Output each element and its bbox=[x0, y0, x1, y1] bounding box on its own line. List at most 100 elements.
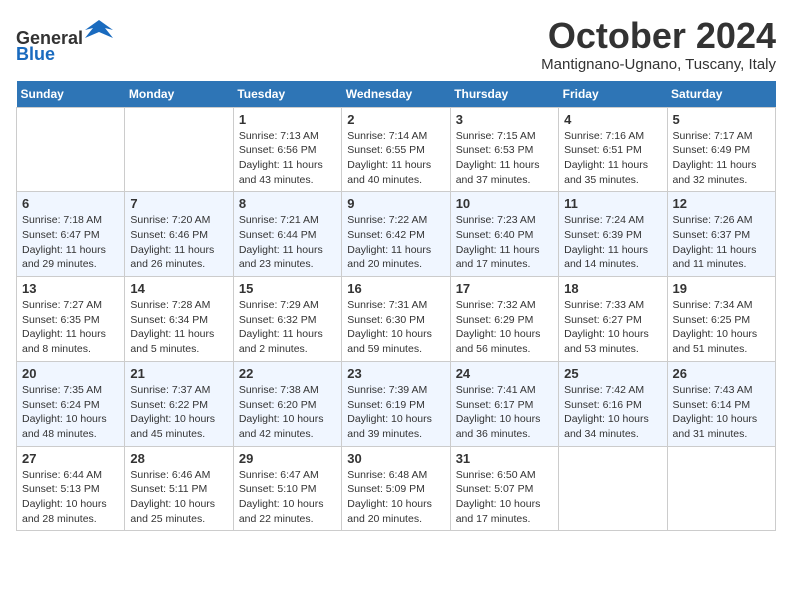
day-info: Sunrise: 7:17 AM Sunset: 6:49 PM Dayligh… bbox=[673, 129, 770, 188]
calendar-header-row: SundayMondayTuesdayWednesdayThursdayFrid… bbox=[17, 81, 776, 108]
calendar-cell: 3 Sunrise: 7:15 AM Sunset: 6:53 PM Daylig… bbox=[450, 107, 558, 192]
day-info: Sunrise: 7:24 AM Sunset: 6:39 PM Dayligh… bbox=[564, 213, 661, 272]
day-info: Sunrise: 7:28 AM Sunset: 6:34 PM Dayligh… bbox=[130, 298, 227, 357]
calendar-cell: 31 Sunrise: 6:50 AM Sunset: 5:07 PM Dayli… bbox=[450, 446, 558, 531]
day-number: 27 bbox=[22, 451, 119, 466]
day-number: 30 bbox=[347, 451, 444, 466]
day-info: Sunrise: 7:14 AM Sunset: 6:55 PM Dayligh… bbox=[347, 129, 444, 188]
calendar-cell bbox=[17, 107, 125, 192]
calendar-cell: 9Sunrise: 7:22 AM Sunset: 6:42 PM Daylig… bbox=[342, 192, 450, 277]
title-block: October 2024 Mantignano-Ugnano, Tuscany,… bbox=[541, 16, 776, 73]
day-info: Sunrise: 6:47 AM Sunset: 5:10 PM Dayligh… bbox=[239, 468, 336, 527]
day-number: 21 bbox=[130, 366, 227, 381]
calendar-cell: 28 Sunrise: 6:46 AM Sunset: 5:11 PM Dayli… bbox=[125, 446, 233, 531]
weekday-header-saturday: Saturday bbox=[667, 81, 775, 108]
calendar-cell: 26Sunrise: 7:43 AM Sunset: 6:14 PM Dayli… bbox=[667, 361, 775, 446]
logo-bird-icon bbox=[85, 16, 113, 44]
calendar-cell: 22Sunrise: 7:38 AM Sunset: 6:20 PM Dayli… bbox=[233, 361, 341, 446]
weekday-header-thursday: Thursday bbox=[450, 81, 558, 108]
day-info: Sunrise: 7:15 AM Sunset: 6:53 PM Dayligh… bbox=[456, 129, 553, 188]
calendar-cell: 5 Sunrise: 7:17 AM Sunset: 6:49 PM Daylig… bbox=[667, 107, 775, 192]
day-number: 19 bbox=[673, 281, 770, 296]
calendar-cell: 21 Sunrise: 7:37 AM Sunset: 6:22 PM Dayli… bbox=[125, 361, 233, 446]
day-number: 31 bbox=[456, 451, 553, 466]
day-info: Sunrise: 7:16 AM Sunset: 6:51 PM Dayligh… bbox=[564, 129, 661, 188]
calendar-body: 1Sunrise: 7:13 AM Sunset: 6:56 PM Daylig… bbox=[17, 107, 776, 531]
day-number: 7 bbox=[130, 196, 227, 211]
day-number: 8 bbox=[239, 196, 336, 211]
day-info: Sunrise: 7:43 AM Sunset: 6:14 PM Dayligh… bbox=[673, 383, 770, 442]
calendar-cell: 12Sunrise: 7:26 AM Sunset: 6:37 PM Dayli… bbox=[667, 192, 775, 277]
calendar-cell: 19 Sunrise: 7:34 AM Sunset: 6:25 PM Dayli… bbox=[667, 277, 775, 362]
day-number: 16 bbox=[347, 281, 444, 296]
day-info: Sunrise: 7:13 AM Sunset: 6:56 PM Dayligh… bbox=[239, 129, 336, 188]
day-number: 5 bbox=[673, 112, 770, 127]
day-number: 24 bbox=[456, 366, 553, 381]
day-number: 23 bbox=[347, 366, 444, 381]
day-info: Sunrise: 7:37 AM Sunset: 6:22 PM Dayligh… bbox=[130, 383, 227, 442]
day-number: 28 bbox=[130, 451, 227, 466]
calendar-cell: 29 Sunrise: 6:47 AM Sunset: 5:10 PM Dayli… bbox=[233, 446, 341, 531]
calendar-cell: 27 Sunrise: 6:44 AM Sunset: 5:13 PM Dayli… bbox=[17, 446, 125, 531]
calendar-cell: 18 Sunrise: 7:33 AM Sunset: 6:27 PM Dayli… bbox=[559, 277, 667, 362]
calendar-cell: 1Sunrise: 7:13 AM Sunset: 6:56 PM Daylig… bbox=[233, 107, 341, 192]
calendar-cell: 2Sunrise: 7:14 AM Sunset: 6:55 PM Daylig… bbox=[342, 107, 450, 192]
calendar-week-row: 20Sunrise: 7:35 AM Sunset: 6:24 PM Dayli… bbox=[17, 361, 776, 446]
day-info: Sunrise: 6:44 AM Sunset: 5:13 PM Dayligh… bbox=[22, 468, 119, 527]
day-info: Sunrise: 7:23 AM Sunset: 6:40 PM Dayligh… bbox=[456, 213, 553, 272]
day-info: Sunrise: 7:34 AM Sunset: 6:25 PM Dayligh… bbox=[673, 298, 770, 357]
day-number: 17 bbox=[456, 281, 553, 296]
day-info: Sunrise: 7:29 AM Sunset: 6:32 PM Dayligh… bbox=[239, 298, 336, 357]
day-number: 11 bbox=[564, 196, 661, 211]
calendar-cell: 15Sunrise: 7:29 AM Sunset: 6:32 PM Dayli… bbox=[233, 277, 341, 362]
day-info: Sunrise: 7:18 AM Sunset: 6:47 PM Dayligh… bbox=[22, 213, 119, 272]
day-info: Sunrise: 6:50 AM Sunset: 5:07 PM Dayligh… bbox=[456, 468, 553, 527]
calendar-week-row: 6 Sunrise: 7:18 AM Sunset: 6:47 PM Daylig… bbox=[17, 192, 776, 277]
day-info: Sunrise: 7:42 AM Sunset: 6:16 PM Dayligh… bbox=[564, 383, 661, 442]
day-number: 18 bbox=[564, 281, 661, 296]
calendar-cell: 30 Sunrise: 6:48 AM Sunset: 5:09 PM Dayli… bbox=[342, 446, 450, 531]
day-info: Sunrise: 7:33 AM Sunset: 6:27 PM Dayligh… bbox=[564, 298, 661, 357]
day-info: Sunrise: 7:27 AM Sunset: 6:35 PM Dayligh… bbox=[22, 298, 119, 357]
calendar-cell: 24 Sunrise: 7:41 AM Sunset: 6:17 PM Dayli… bbox=[450, 361, 558, 446]
calendar-cell: 7Sunrise: 7:20 AM Sunset: 6:46 PM Daylig… bbox=[125, 192, 233, 277]
day-info: Sunrise: 7:39 AM Sunset: 6:19 PM Dayligh… bbox=[347, 383, 444, 442]
day-info: Sunrise: 7:32 AM Sunset: 6:29 PM Dayligh… bbox=[456, 298, 553, 357]
calendar-cell: 8 Sunrise: 7:21 AM Sunset: 6:44 PM Daylig… bbox=[233, 192, 341, 277]
day-number: 22 bbox=[239, 366, 336, 381]
logo: General Blue bbox=[16, 16, 113, 65]
weekday-header-tuesday: Tuesday bbox=[233, 81, 341, 108]
day-info: Sunrise: 7:41 AM Sunset: 6:17 PM Dayligh… bbox=[456, 383, 553, 442]
day-number: 20 bbox=[22, 366, 119, 381]
day-number: 14 bbox=[130, 281, 227, 296]
day-number: 29 bbox=[239, 451, 336, 466]
calendar-week-row: 27 Sunrise: 6:44 AM Sunset: 5:13 PM Dayli… bbox=[17, 446, 776, 531]
location: Mantignano-Ugnano, Tuscany, Italy bbox=[541, 56, 776, 73]
calendar-cell: 17 Sunrise: 7:32 AM Sunset: 6:29 PM Dayli… bbox=[450, 277, 558, 362]
weekday-header-wednesday: Wednesday bbox=[342, 81, 450, 108]
weekday-header-friday: Friday bbox=[559, 81, 667, 108]
day-info: Sunrise: 6:46 AM Sunset: 5:11 PM Dayligh… bbox=[130, 468, 227, 527]
day-number: 13 bbox=[22, 281, 119, 296]
day-number: 12 bbox=[673, 196, 770, 211]
weekday-header-monday: Monday bbox=[125, 81, 233, 108]
calendar-cell: 4Sunrise: 7:16 AM Sunset: 6:51 PM Daylig… bbox=[559, 107, 667, 192]
day-info: Sunrise: 7:21 AM Sunset: 6:44 PM Dayligh… bbox=[239, 213, 336, 272]
calendar-week-row: 13 Sunrise: 7:27 AM Sunset: 6:35 PM Dayli… bbox=[17, 277, 776, 362]
calendar-cell: 16Sunrise: 7:31 AM Sunset: 6:30 PM Dayli… bbox=[342, 277, 450, 362]
weekday-header-sunday: Sunday bbox=[17, 81, 125, 108]
day-info: Sunrise: 6:48 AM Sunset: 5:09 PM Dayligh… bbox=[347, 468, 444, 527]
day-number: 6 bbox=[22, 196, 119, 211]
day-number: 9 bbox=[347, 196, 444, 211]
calendar-cell bbox=[667, 446, 775, 531]
calendar-table: SundayMondayTuesdayWednesdayThursdayFrid… bbox=[16, 81, 776, 532]
day-number: 10 bbox=[456, 196, 553, 211]
calendar-cell: 10 Sunrise: 7:23 AM Sunset: 6:40 PM Dayli… bbox=[450, 192, 558, 277]
day-number: 3 bbox=[456, 112, 553, 127]
calendar-cell bbox=[559, 446, 667, 531]
calendar-cell: 14 Sunrise: 7:28 AM Sunset: 6:34 PM Dayli… bbox=[125, 277, 233, 362]
calendar-cell: 11 Sunrise: 7:24 AM Sunset: 6:39 PM Dayli… bbox=[559, 192, 667, 277]
calendar-cell: 23 Sunrise: 7:39 AM Sunset: 6:19 PM Dayli… bbox=[342, 361, 450, 446]
calendar-cell: 13 Sunrise: 7:27 AM Sunset: 6:35 PM Dayli… bbox=[17, 277, 125, 362]
calendar-cell bbox=[125, 107, 233, 192]
